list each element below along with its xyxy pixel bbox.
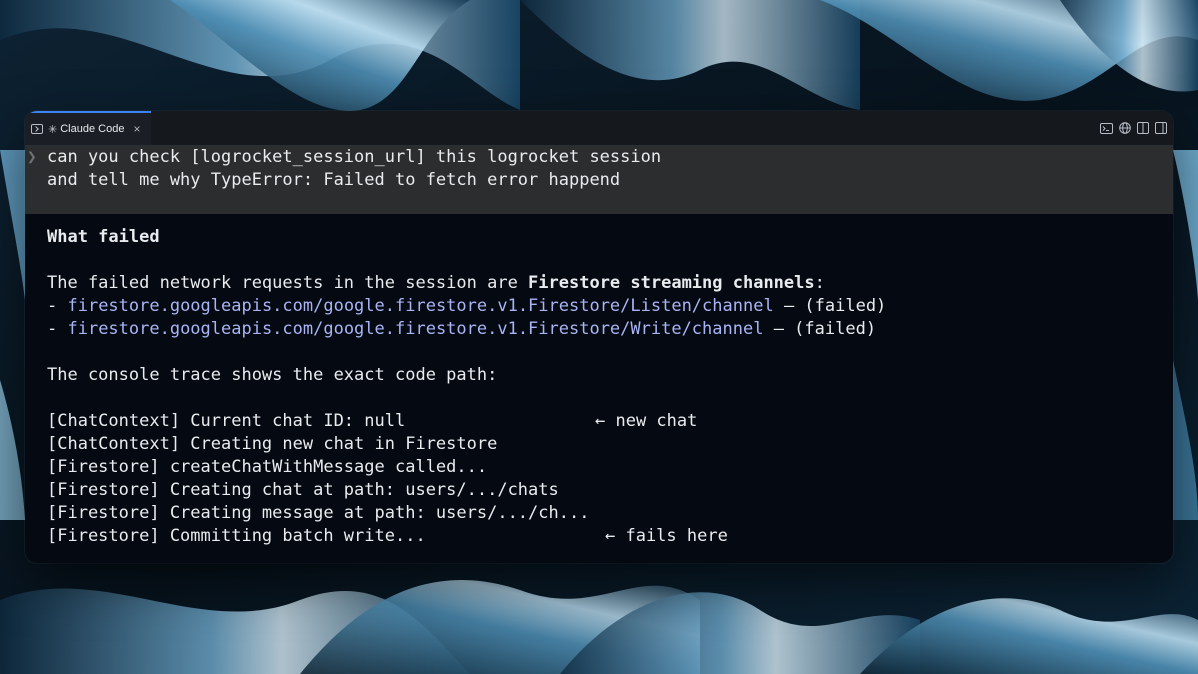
globe-icon[interactable] — [1118, 122, 1131, 135]
intro-bold: Firestore streaming channels — [528, 273, 815, 293]
request-item: - firestore.googleapis.com/google.firest… — [47, 318, 876, 341]
response-heading: What failed — [47, 227, 160, 247]
trace-line: [Firestore] Committing batch write... — [47, 526, 426, 546]
trace-note: ← fails here — [605, 526, 728, 546]
request-status: — (failed) — [773, 296, 887, 316]
trace-line: [Firestore] Creating message at path: us… — [47, 503, 590, 523]
panel-icon[interactable] — [1154, 122, 1167, 135]
terminal-icon — [31, 124, 43, 134]
intro-suffix: : — [814, 273, 825, 293]
bullet: - — [47, 296, 68, 316]
trace-note: ← new chat — [595, 411, 698, 431]
request-item: - firestore.googleapis.com/google.firest… — [47, 295, 886, 318]
prompt-line-2: and tell me why TypeError: Failed to fet… — [47, 170, 621, 190]
close-icon[interactable]: × — [133, 122, 140, 136]
tab-bar: ✳ Claude Code × — [25, 111, 1173, 146]
prompt-chevron-icon: ❯ — [27, 147, 37, 166]
tab-actions — [1100, 111, 1167, 145]
tab-claude-code[interactable]: ✳ Claude Code × — [25, 111, 151, 145]
trace-intro: The console trace shows the exact code p… — [47, 365, 498, 385]
terminal-icon[interactable] — [1100, 122, 1113, 135]
trace-line: [Firestore] Creating chat at path: users… — [47, 480, 559, 500]
request-url[interactable]: firestore.googleapis.com/google.firestor… — [67, 319, 763, 339]
request-status: — (failed) — [763, 319, 877, 339]
prompt-line-1: can you check [logrocket_session_url] th… — [47, 147, 662, 167]
trace-line: [Firestore] createChatWithMessage called… — [47, 457, 488, 477]
split-view-icon[interactable] — [1136, 122, 1149, 135]
terminal-content[interactable]: ❯ can you check [logrocket_session_url] … — [25, 146, 1173, 563]
terminal-window: ✳ Claude Code × ❯ can you check [logrock… — [25, 111, 1173, 563]
bullet: - — [47, 319, 68, 339]
tab-title: Claude Code — [60, 123, 125, 135]
user-prompt: ❯ can you check [logrocket_session_url] … — [25, 146, 1173, 214]
trace-line: [ChatContext] Current chat ID: null — [47, 411, 406, 431]
response-intro: The failed network requests in the sessi… — [47, 272, 825, 295]
request-url[interactable]: firestore.googleapis.com/google.firestor… — [67, 296, 773, 316]
trace-line: [ChatContext] Creating new chat in Fires… — [47, 434, 498, 454]
intro-text: The failed network requests in the sessi… — [47, 273, 529, 293]
asterisk-icon: ✳ — [48, 123, 58, 136]
